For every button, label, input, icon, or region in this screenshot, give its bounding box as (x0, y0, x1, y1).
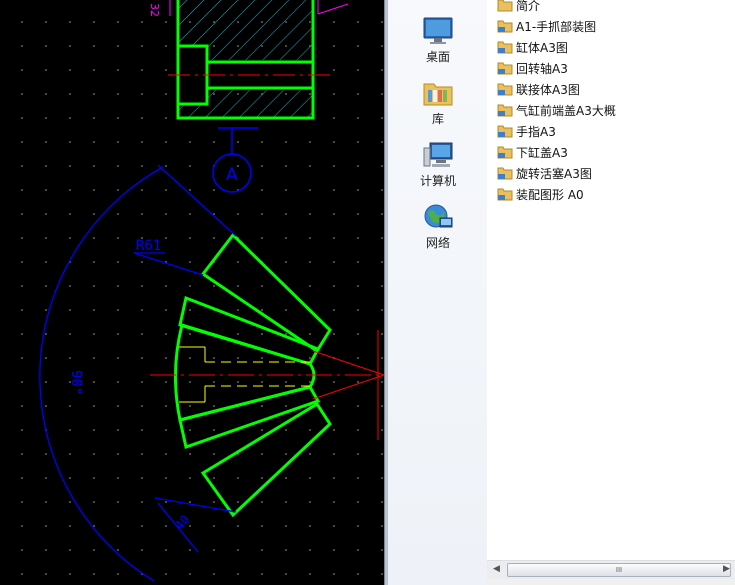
network-icon (424, 204, 453, 228)
file-list: 简介 A1-手抓部装图 缸体A3图 回转轴A3 联接体A3图 气缸前端盖A3大概… (487, 0, 735, 560)
nav-item-desktop[interactable]: 桌面 (394, 16, 482, 65)
desktop-icon (423, 17, 453, 44)
shared-folder-icon (497, 104, 513, 117)
nav-label-network: 网络 (425, 236, 450, 250)
list-item[interactable]: A1-手抓部装图 (497, 17, 596, 37)
shared-folder-icon (497, 146, 513, 159)
scroll-left-icon[interactable]: ◀ (493, 564, 500, 574)
cad-drawing: 32 A R61 90° 40 (39, 0, 384, 582)
scrollbar-thumb[interactable]: III (507, 563, 731, 577)
nav-item-library[interactable]: 库 (394, 78, 482, 127)
list-item[interactable]: 缸体A3图 (497, 38, 568, 58)
sector-view: R61 90° 40 (39, 164, 384, 582)
list-item[interactable]: 手指A3 (497, 122, 556, 142)
folder-icon (497, 0, 513, 12)
shared-folder-icon (497, 20, 513, 33)
scroll-right-icon[interactable]: ▶ (723, 564, 730, 574)
horizontal-scrollbar[interactable]: ◀ III ▶ (487, 560, 735, 579)
list-item[interactable]: 旋转活塞A3图 (497, 164, 592, 184)
shared-folder-icon (497, 167, 513, 180)
list-item[interactable]: 下缸盖A3 (497, 143, 568, 163)
list-item[interactable]: 简介 (497, 0, 540, 16)
shared-folder-icon (497, 125, 513, 138)
list-item[interactable]: 联接体A3图 (497, 80, 580, 100)
dim-small: 40 (172, 512, 192, 532)
scrollbar-grip: III (615, 566, 623, 574)
shared-folder-icon (497, 188, 513, 201)
cad-drawing-canvas[interactable]: 32 A R61 90° 40 (0, 0, 384, 585)
status-strip (487, 579, 735, 585)
dim-top-fragment: 32 (148, 3, 161, 17)
shared-folder-icon (497, 83, 513, 96)
list-item[interactable]: 气缸前端盖A3大概 (497, 101, 616, 121)
computer-icon (423, 142, 453, 167)
datum-label: A (226, 165, 238, 185)
dim-radius: R61 (136, 238, 161, 254)
nav-item-network[interactable]: 网络 (394, 202, 482, 251)
shared-folder-icon (497, 62, 513, 75)
nav-label-computer: 计算机 (419, 174, 456, 188)
section-view: 32 A (148, 0, 349, 193)
shared-folder-icon (497, 41, 513, 54)
navigation-pane: 桌面 库 计算机 网络 (388, 0, 488, 585)
nav-item-computer[interactable]: 计算机 (394, 140, 482, 189)
nav-label-library: 库 (431, 112, 444, 126)
dim-angle-arc (39, 166, 164, 582)
dim-angle: 90° (68, 370, 84, 395)
list-item[interactable]: 回转轴A3 (497, 59, 568, 79)
nav-label-desktop: 桌面 (425, 50, 450, 64)
library-icon (423, 83, 453, 106)
list-item[interactable]: 装配图形 A0 (497, 185, 584, 205)
